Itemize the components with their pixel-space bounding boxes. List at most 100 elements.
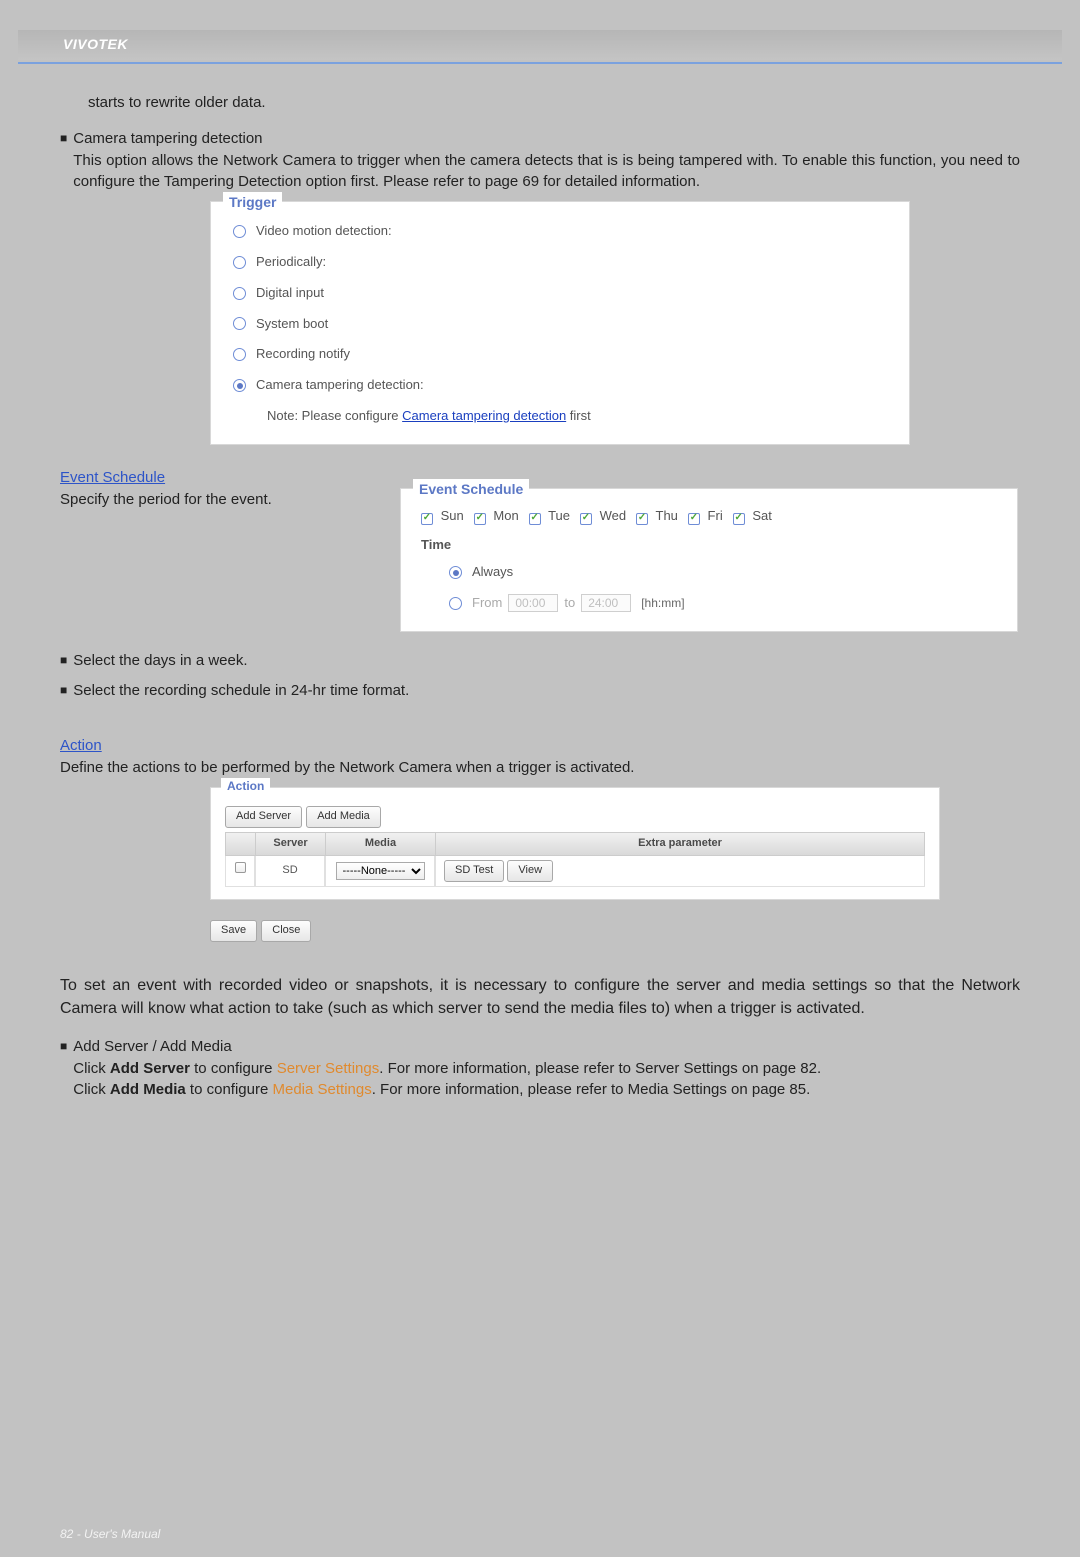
brand-logo: VIVOTEK <box>63 36 128 52</box>
event-schedule-heading: Event Schedule <box>60 467 1020 489</box>
note-suffix: first <box>566 408 591 423</box>
from-input[interactable] <box>508 594 558 612</box>
action-legend: Action <box>221 778 270 795</box>
server-settings-link: Server Settings <box>277 1060 380 1077</box>
from-label: From <box>472 594 502 613</box>
add-server-button[interactable]: Add Server <box>225 806 302 828</box>
to-input[interactable] <box>581 594 631 612</box>
continuation-text: starts to rewrite older data. <box>60 92 1020 114</box>
opt-system-boot[interactable]: System boot <box>233 315 891 334</box>
radio-icon <box>449 597 462 610</box>
th-extra: Extra parameter <box>435 832 925 856</box>
th-media: Media <box>325 832 435 856</box>
bold-add-server: Add Server <box>110 1060 190 1077</box>
footer-sep: - <box>73 1527 84 1541</box>
cell-server: SD <box>255 856 325 887</box>
opt-recording-notify[interactable]: Recording notify <box>233 345 891 364</box>
day-thu[interactable]: ✓ Thu <box>636 507 678 526</box>
day-mon[interactable]: ✓ Mon <box>474 507 519 526</box>
media-select[interactable]: -----None----- <box>336 862 425 880</box>
day-sun[interactable]: ✓ Sun <box>421 507 464 526</box>
row-checkbox[interactable] <box>235 862 246 873</box>
radio-icon <box>233 317 246 330</box>
add-media-button[interactable]: Add Media <box>306 806 381 828</box>
always-label: Always <box>472 563 513 582</box>
opt-recnotify-label: Recording notify <box>256 345 350 364</box>
day-tue-label: Tue <box>548 508 570 523</box>
day-wed[interactable]: ✓ Wed <box>580 507 626 526</box>
days-row: ✓ Sun ✓ Mon ✓ Tue ✓ Wed ✓ Thu ✓ Fri ✓ Sa… <box>421 507 999 526</box>
check-icon: ✓ <box>733 513 745 525</box>
footer-title: User's Manual <box>84 1527 160 1541</box>
bold-add-media: Add Media <box>110 1081 186 1098</box>
sd-test-button[interactable]: SD Test <box>444 860 504 882</box>
radio-icon <box>233 225 246 238</box>
check-icon: ✓ <box>580 513 592 525</box>
radio-icon <box>233 256 246 269</box>
opt-video-label: Video motion detection: <box>256 222 392 241</box>
day-mon-label: Mon <box>493 508 518 523</box>
check-icon: ✓ <box>474 513 486 525</box>
day-sat[interactable]: ✓ Sat <box>733 507 772 526</box>
bullet-icon: ■ <box>60 650 67 670</box>
time-always[interactable]: Always <box>449 563 999 582</box>
th-server: Server <box>255 832 325 856</box>
tamper-link[interactable]: Camera tampering detection <box>402 408 566 423</box>
opt-tamper-label: Camera tampering detection: <box>256 376 424 395</box>
day-thu-label: Thu <box>656 508 678 523</box>
bullet-icon: ■ <box>60 1036 67 1056</box>
to-label: to <box>564 594 575 613</box>
check-icon: ✓ <box>529 513 541 525</box>
day-fri-label: Fri <box>708 508 723 523</box>
action-panel: Action Add Server Add Media Server Media… <box>210 787 940 900</box>
radio-icon <box>233 348 246 361</box>
trigger-legend: Trigger <box>223 192 282 212</box>
save-button[interactable]: Save <box>210 920 257 942</box>
radio-icon <box>449 566 462 579</box>
bullet-icon: ■ <box>60 680 67 700</box>
time-label: Time <box>421 536 999 555</box>
action-paragraph: To set an event with recorded video or s… <box>60 974 1020 1020</box>
media-settings-link: Media Settings <box>272 1081 371 1098</box>
radio-icon <box>233 287 246 300</box>
page-footer: 82 - User's Manual <box>60 1526 160 1543</box>
header-band: VIVOTEK <box>18 30 1062 60</box>
action-intro: Define the actions to be performed by th… <box>60 757 1020 779</box>
table-row: SD -----None----- SD Test View <box>225 856 925 887</box>
opt-periodically-label: Periodically: <box>256 253 326 272</box>
opt-digital-label: Digital input <box>256 284 324 303</box>
opt-camera-tampering[interactable]: Camera tampering detection: <box>233 376 891 395</box>
day-fri[interactable]: ✓ Fri <box>688 507 723 526</box>
view-button[interactable]: View <box>507 860 553 882</box>
radio-icon <box>233 379 246 392</box>
opt-boot-label: System boot <box>256 315 328 334</box>
day-sat-label: Sat <box>752 508 772 523</box>
note-prefix: Note: Please configure <box>267 408 402 423</box>
tamper-subhead: Camera tampering detection <box>73 128 1020 150</box>
action-table: Server Media Extra parameter SD -----Non… <box>225 832 925 887</box>
event-schedule-panel: Event Schedule ✓ Sun ✓ Mon ✓ Tue ✓ Wed ✓… <box>400 488 1018 631</box>
tamper-note: Note: Please configure Camera tampering … <box>267 407 891 426</box>
opt-periodically[interactable]: Periodically: <box>233 253 891 272</box>
add-media-line: Click Add Media to configure Media Setti… <box>73 1079 1020 1101</box>
day-sun-label: Sun <box>441 508 464 523</box>
opt-digital-input[interactable]: Digital input <box>233 284 891 303</box>
page-number: 82 <box>60 1527 73 1541</box>
check-icon: ✓ <box>636 513 648 525</box>
add-server-line: Click Add Server to configure Server Set… <box>73 1058 1020 1080</box>
check-icon: ✓ <box>688 513 700 525</box>
add-server-media-title: Add Server / Add Media <box>73 1036 1020 1058</box>
event-schedule-legend: Event Schedule <box>413 479 529 499</box>
bullet-icon: ■ <box>60 128 67 148</box>
bullet-select-days: Select the days in a week. <box>73 650 247 672</box>
time-from[interactable]: From to [hh:mm] <box>449 594 999 613</box>
check-icon: ✓ <box>421 513 433 525</box>
close-button[interactable]: Close <box>261 920 311 942</box>
day-wed-label: Wed <box>600 508 627 523</box>
tamper-description: This option allows the Network Camera to… <box>73 150 1020 194</box>
day-tue[interactable]: ✓ Tue <box>529 507 570 526</box>
trigger-panel: Trigger Video motion detection: Periodic… <box>210 201 910 445</box>
hhmm-hint: [hh:mm] <box>641 595 684 612</box>
opt-video-motion[interactable]: Video motion detection: <box>233 222 891 241</box>
bullet-select-schedule: Select the recording schedule in 24-hr t… <box>73 680 409 702</box>
